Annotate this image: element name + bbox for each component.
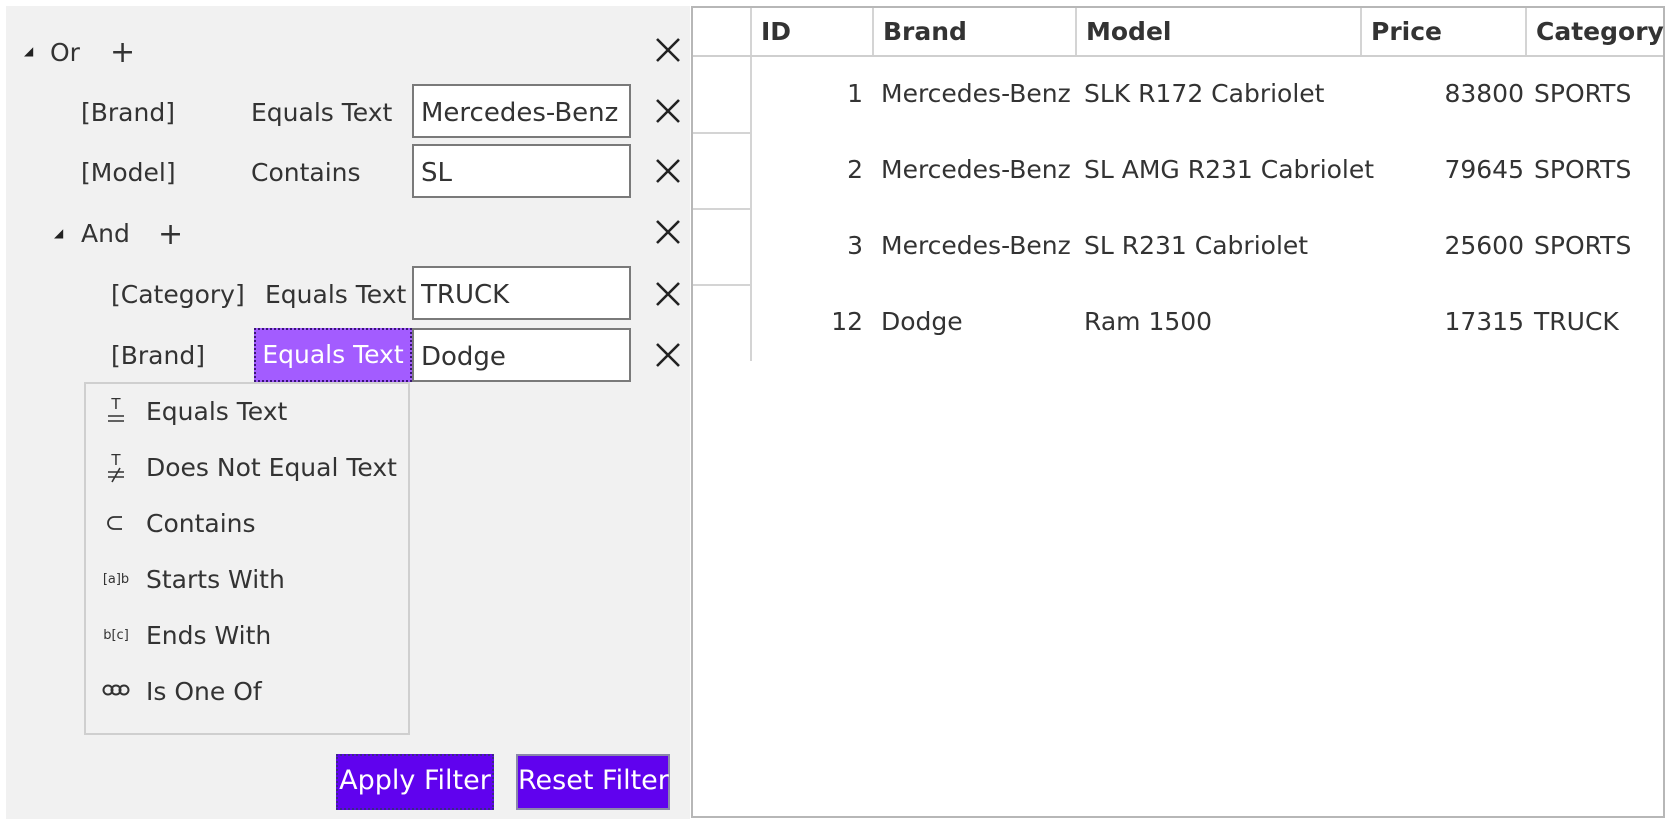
cell-model: SL R231 Cabriolet [1084, 231, 1309, 260]
condition-operator-selected[interactable]: Equals Text [254, 328, 412, 382]
operator-option-label: Starts With [146, 565, 285, 594]
cell-category: SPORTS [1534, 155, 1632, 184]
add-condition-icon[interactable]: + [110, 38, 135, 68]
close-icon[interactable] [654, 218, 682, 246]
column-header-model[interactable]: Model [1075, 8, 1360, 55]
cell-category: SPORTS [1534, 79, 1632, 108]
condition-value-input[interactable] [412, 328, 631, 382]
table-row[interactable]: 2 Mercedes-Benz SL AMG R231 Cabriolet 79… [750, 133, 1663, 208]
column-header-id[interactable]: ID [750, 8, 872, 55]
is-one-of-icon [98, 680, 134, 704]
operator-option-label: Contains [146, 509, 256, 538]
cell-price: 83800 [1444, 79, 1524, 108]
cell-id: 1 [847, 79, 863, 108]
close-icon[interactable] [654, 157, 682, 185]
column-header-price[interactable]: Price [1360, 8, 1525, 55]
table-row[interactable]: 3 Mercedes-Benz SL R231 Cabriolet 25600 … [750, 209, 1663, 284]
cell-brand: Dodge [881, 307, 963, 336]
cell-price: 79645 [1444, 155, 1524, 184]
grid-header: ID Brand Model Price Category [693, 8, 1664, 57]
svg-text:T: T [110, 396, 121, 413]
table-row[interactable]: 1 Mercedes-Benz SLK R172 Cabriolet 83800… [750, 57, 1663, 132]
table-row[interactable]: 12 Dodge Ram 1500 17315 TRUCK [750, 285, 1663, 360]
cell-id: 3 [847, 231, 863, 260]
close-icon[interactable] [654, 280, 682, 308]
operator-option-label: Is One Of [146, 677, 262, 706]
cell-category: TRUCK [1534, 307, 1619, 336]
group-logic-and[interactable]: And [81, 219, 130, 249]
svg-text:b[c]: b[c] [103, 628, 129, 643]
cell-brand: Mercedes-Benz [881, 79, 1071, 108]
close-icon[interactable] [654, 97, 682, 125]
starts-with-icon: [a]b [98, 566, 134, 596]
operator-option-contains[interactable]: Contains [86, 496, 408, 552]
condition-value-input[interactable] [412, 144, 631, 198]
cell-price: 25600 [1444, 231, 1524, 260]
cell-model: Ram 1500 [1084, 307, 1213, 336]
operator-option-label: Ends With [146, 621, 272, 650]
cell-id: 2 [847, 155, 863, 184]
not-equal-text-icon: T [98, 451, 134, 488]
condition-operator[interactable]: Contains [251, 158, 361, 188]
operator-option-is-one-of[interactable]: Is One Of [86, 664, 408, 720]
condition-operator[interactable]: Equals Text [251, 98, 392, 128]
operator-option-label: Does Not Equal Text [146, 453, 397, 482]
group-logic-or[interactable]: Or [50, 38, 80, 68]
cell-id: 12 [831, 307, 863, 336]
equals-text-icon: T [98, 395, 134, 432]
close-icon[interactable] [654, 36, 682, 64]
condition-field-brand[interactable]: [Brand] [111, 341, 205, 371]
data-grid: ID Brand Model Price Category 1 Mercedes… [691, 6, 1665, 818]
operator-option-label: Equals Text [146, 397, 288, 426]
operator-option-equals-text[interactable]: T Equals Text [86, 384, 408, 440]
operator-option-ends-with[interactable]: b[c] Ends With [86, 608, 408, 664]
condition-field-model[interactable]: [Model] [81, 158, 176, 188]
svg-text:[a]b: [a]b [103, 572, 129, 587]
cell-model: SLK R172 Cabriolet [1084, 79, 1325, 108]
cell-price: 17315 [1444, 307, 1524, 336]
apply-filter-button[interactable]: Apply Filter [336, 754, 494, 810]
collapse-triangle-icon[interactable]: ◢ [54, 226, 63, 240]
collapse-triangle-icon[interactable]: ◢ [24, 44, 33, 58]
condition-value-input[interactable] [412, 84, 631, 138]
cell-brand: Mercedes-Benz [881, 231, 1071, 260]
operator-option-starts-with[interactable]: [a]b Starts With [86, 552, 408, 608]
cell-model: SL AMG R231 Cabriolet [1084, 155, 1375, 184]
column-header-category[interactable]: Category [1525, 8, 1664, 55]
row-indicator-column [693, 57, 752, 361]
condition-value-input[interactable] [412, 266, 631, 320]
add-condition-icon[interactable]: + [158, 220, 183, 250]
column-header-brand[interactable]: Brand [872, 8, 1075, 55]
condition-field-category[interactable]: [Category] [111, 280, 245, 310]
reset-filter-button[interactable]: Reset Filter [516, 754, 670, 810]
contains-icon [98, 509, 134, 541]
condition-operator[interactable]: Equals Text [265, 280, 406, 310]
operator-dropdown: T Equals Text T Does Not Equal Text Cont… [84, 382, 410, 735]
condition-field-brand[interactable]: [Brand] [81, 98, 175, 128]
ends-with-icon: b[c] [98, 622, 134, 652]
cell-brand: Mercedes-Benz [881, 155, 1071, 184]
svg-text:T: T [110, 452, 121, 469]
operator-option-does-not-equal-text[interactable]: T Does Not Equal Text [86, 440, 408, 496]
cell-category: SPORTS [1534, 231, 1632, 260]
close-icon[interactable] [654, 341, 682, 369]
